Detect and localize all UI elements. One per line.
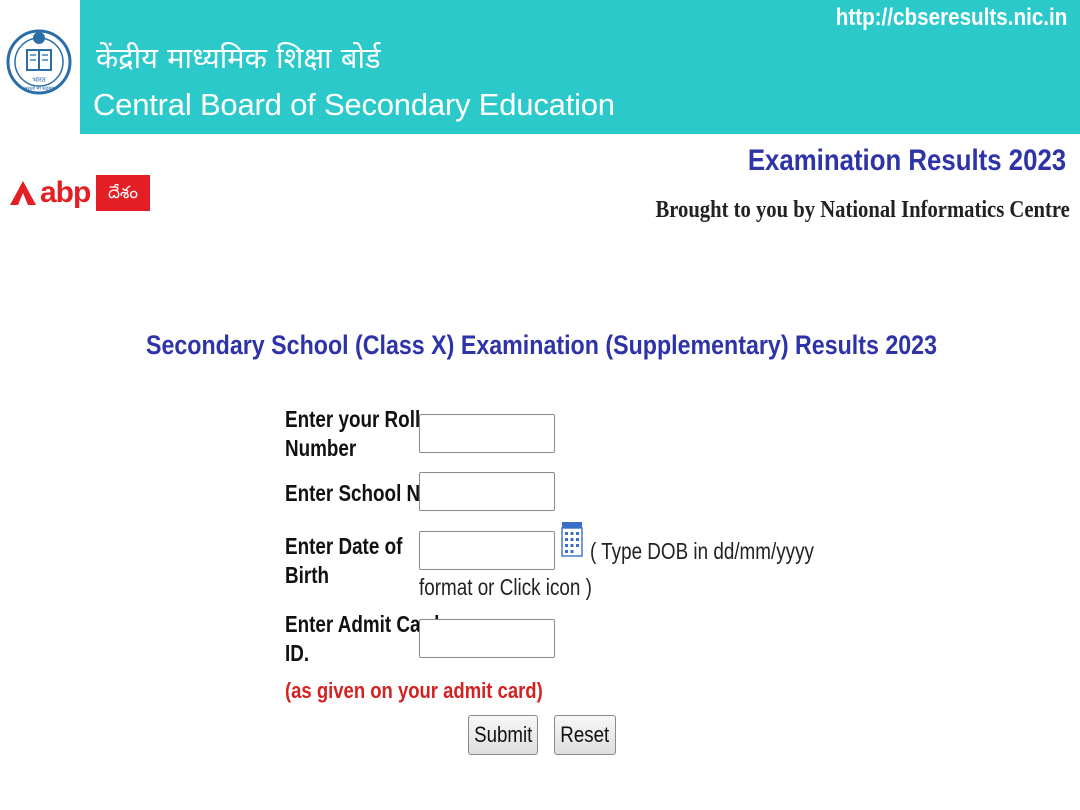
admit-card-input[interactable] [419, 619, 555, 658]
dob-format-hint-continued: format or Click icon ) [419, 574, 592, 600]
admit-card-note: (as given on your admit card) [285, 678, 543, 703]
site-header: भारत असतो मा सद्गमय केंद्रीय माध्यमिक शि… [0, 0, 1080, 134]
abp-brand-text: abp [40, 176, 91, 209]
roll-number-input[interactable] [419, 414, 555, 453]
reset-button[interactable]: Reset [554, 715, 616, 755]
page-heading: Secondary School (Class X) Examination (… [145, 330, 938, 360]
logo-motto: असतो मा सद्गमय [24, 85, 55, 92]
logo-text: भारत [32, 76, 47, 84]
calendar-icon[interactable] [561, 521, 583, 557]
board-name-english: Central Board of Secondary Education [93, 87, 615, 122]
site-url: http://cbseresults.nic.in [835, 4, 1067, 31]
cbse-logo: भारत असतो मा सद्गमय [0, 0, 80, 134]
dob-format-hint: ( Type DOB in dd/mm/yyyy [590, 538, 814, 564]
cbse-emblem-icon: भारत असतो मा सद्गमय [6, 29, 72, 95]
submit-button[interactable]: Submit [468, 715, 538, 755]
roll-number-label: Enter your Roll Number [285, 406, 421, 461]
dob-input[interactable] [419, 531, 555, 570]
school-number-label: Enter School No. [285, 480, 437, 506]
abp-triangle-icon [10, 181, 36, 205]
admit-card-label: Enter Admit Card ID. [285, 611, 440, 666]
brought-by-text: Brought to you by National Informatics C… [655, 197, 1070, 223]
dob-label: Enter Date of Birth [285, 533, 403, 588]
school-number-input[interactable] [419, 472, 555, 511]
board-name-hindi: केंद्रीय माध्यमिक शिक्षा बोर्ड [96, 41, 381, 75]
exam-results-title: Examination Results 2023 [747, 144, 1066, 177]
abp-badge: దేశం [96, 175, 150, 211]
